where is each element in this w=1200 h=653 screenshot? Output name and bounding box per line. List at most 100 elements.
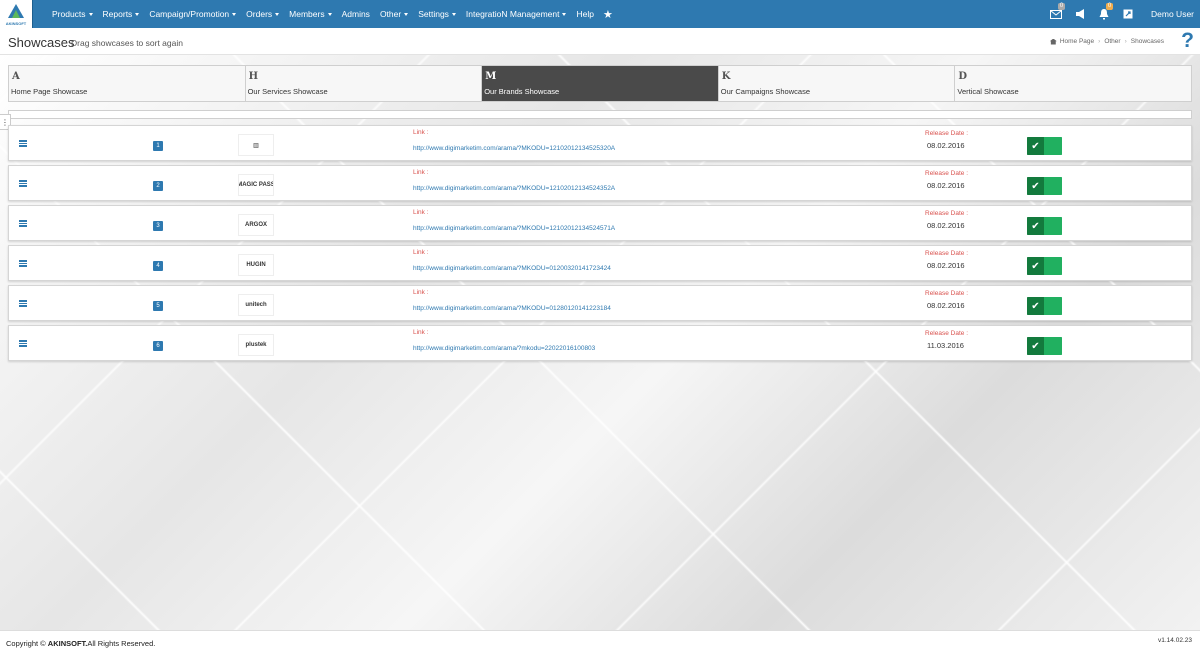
nav-item-members[interactable]: Members: [284, 0, 336, 28]
active-toggle[interactable]: ✔: [1027, 257, 1062, 275]
logo-mark-icon: AKINSOFT: [5, 3, 27, 26]
nav-item-integration-management[interactable]: IntegratioN Management: [461, 0, 572, 28]
logo-text: AKINSOFT: [5, 21, 27, 26]
nav-item-admins[interactable]: Admins: [337, 0, 375, 28]
tab-label: Our Brands Showcase: [484, 87, 560, 96]
link-label: Link :: [413, 129, 429, 136]
nav-item-label: IntegratioN Management: [465, 9, 560, 19]
nav-item-label: Campaign/Promotion: [149, 9, 230, 19]
nav-item-label: Reports: [102, 9, 133, 19]
active-toggle[interactable]: ✔: [1027, 137, 1062, 155]
nav-item-label: Members: [289, 9, 325, 19]
footer: Copyright © AKINSOFT.All Rights Reserved…: [0, 630, 1200, 653]
link-url[interactable]: http://www.digimarketim.com/arama/?MKODU…: [413, 265, 611, 272]
caret-down-icon: [562, 12, 567, 16]
caret-down-icon: [135, 12, 140, 16]
nav-item-label: Orders: [246, 9, 273, 19]
showcase-row[interactable]: 5 unitech Link : http://www.digimarketim.co…: [8, 285, 1192, 321]
announcement-megaphone-icon[interactable]: [1071, 0, 1089, 28]
nav-item-products[interactable]: Products: [47, 0, 98, 28]
nav-item-orders[interactable]: Orders: [241, 0, 284, 28]
caret-down-icon: [232, 12, 237, 16]
tab-our-campaigns-showcase[interactable]: K Our Campaigns Showcase: [718, 66, 956, 101]
drag-handle-icon[interactable]: [19, 140, 27, 148]
showcase-row[interactable]: 4 HUGIN Link : http://www.digimarketim.com/…: [8, 245, 1192, 281]
tab-our-services-showcase[interactable]: H Our Services Showcase: [245, 66, 483, 101]
nav-item-label: Admins: [341, 9, 370, 19]
check-icon: ✔: [1027, 337, 1044, 355]
active-toggle[interactable]: ✔: [1027, 337, 1062, 355]
showcase-tabs: A Home Page Showcase H Our Services Showcas…: [8, 65, 1192, 102]
check-icon: ✔: [1027, 177, 1044, 195]
active-toggle[interactable]: ✔: [1027, 217, 1062, 235]
active-toggle[interactable]: ✔: [1027, 177, 1062, 195]
link-label: Link :: [413, 169, 429, 176]
link-url[interactable]: http://www.digimarketim.com/arama/?mkodu…: [413, 345, 595, 352]
link-label: Link :: [413, 209, 429, 216]
link-url[interactable]: http://www.digimarketim.com/arama/?MKODU…: [413, 145, 615, 152]
nav-item-label: Products: [52, 9, 86, 19]
caret-down-icon: [404, 12, 409, 16]
page-subtitle: Drag showcases to sort again: [71, 38, 183, 48]
showcase-row[interactable]: 6 plustek Link : http://www.digimarketim.co…: [8, 325, 1192, 361]
home-icon: [1049, 38, 1057, 45]
caret-down-icon: [327, 12, 332, 16]
release-date-value: 08.02.2016: [927, 261, 965, 270]
drag-handle-icon[interactable]: [19, 340, 27, 348]
user-menu[interactable]: Demo User: [1151, 9, 1194, 19]
link-url[interactable]: http://www.digimarketim.com/arama/?MKODU…: [413, 225, 615, 232]
link-url[interactable]: http://www.digimarketim.com/arama/?MKODU…: [413, 305, 611, 312]
nav-item-other[interactable]: Other: [375, 0, 413, 28]
check-icon: ✔: [1027, 257, 1044, 275]
showcase-row[interactable]: 1 ▥ Link : http://www.digimarketim.com/aram…: [8, 125, 1192, 161]
drag-handle-icon[interactable]: [19, 220, 27, 228]
brand-logo: plustek: [238, 334, 274, 356]
copyright-prefix: Copyright ©: [6, 639, 48, 648]
top-right-tools: 0 0 Demo User: [1041, 0, 1200, 28]
breadcrumb: Home Page › Other › Showcases: [1049, 38, 1164, 45]
breadcrumb-other[interactable]: Other: [1104, 38, 1120, 45]
drag-handle-icon[interactable]: [19, 260, 27, 268]
link-label: Link :: [413, 289, 429, 296]
notifications-bell-icon[interactable]: 0: [1095, 0, 1114, 28]
help-question-icon[interactable]: ?: [1181, 29, 1194, 53]
check-icon: ✔: [1027, 137, 1044, 155]
breadcrumb-current: Showcases: [1130, 38, 1164, 45]
tab-our-brands-showcase[interactable]: M Our Brands Showcase: [482, 66, 719, 101]
tab-label: Vertical Showcase: [957, 87, 1019, 96]
breadcrumb-home[interactable]: Home Page: [1060, 38, 1094, 45]
release-date-label: Release Date :: [925, 130, 968, 137]
brand-logo: ▥: [238, 134, 274, 156]
release-date-value: 08.02.2016: [927, 141, 965, 150]
nav-item-campaign-promotion[interactable]: Campaign/Promotion: [144, 0, 241, 28]
tab-letter: A: [12, 71, 20, 82]
brand-logo: HUGIN: [238, 254, 274, 276]
check-icon: ✔: [1027, 217, 1044, 235]
tab-home-page-showcase[interactable]: A Home Page Showcase: [9, 66, 246, 101]
showcase-row[interactable]: 3 ARGOX Link : http://www.digimarketim.com/…: [8, 205, 1192, 241]
release-date-label: Release Date :: [925, 330, 968, 337]
messages-icon[interactable]: 0: [1047, 0, 1066, 28]
tab-vertical-showcase[interactable]: D Vertical Showcase: [955, 66, 1191, 101]
link-label: Link :: [413, 249, 429, 256]
link-url[interactable]: http://www.digimarketim.com/arama/?MKODU…: [413, 185, 615, 192]
active-toggle[interactable]: ✔: [1027, 297, 1062, 315]
release-date-label: Release Date :: [925, 290, 968, 297]
tab-letter: H: [248, 71, 259, 82]
nav-item-settings[interactable]: Settings: [413, 0, 461, 28]
release-date-label: Release Date :: [925, 210, 968, 217]
notifications-badge: 0: [1106, 3, 1114, 10]
list-header-strip: [8, 110, 1192, 119]
external-edit-icon[interactable]: [1119, 0, 1137, 28]
nav-item-reports[interactable]: Reports: [98, 0, 145, 28]
brand-logo: MAGIC PASS: [238, 174, 274, 196]
showcase-row[interactable]: 2 MAGIC PASS Link : http://www.digimarketim…: [8, 165, 1192, 201]
akinsoft-logo[interactable]: AKINSOFT: [0, 0, 33, 28]
tab-letter: K: [721, 71, 731, 82]
drag-handle-icon[interactable]: [19, 300, 27, 308]
tab-label: Home Page Showcase: [11, 87, 88, 96]
drag-handle-icon[interactable]: [19, 180, 27, 188]
nav-item-help[interactable]: Help: [571, 0, 598, 28]
favorites-star-icon[interactable]: ★: [603, 8, 613, 21]
order-number-badge: 2: [153, 181, 163, 191]
